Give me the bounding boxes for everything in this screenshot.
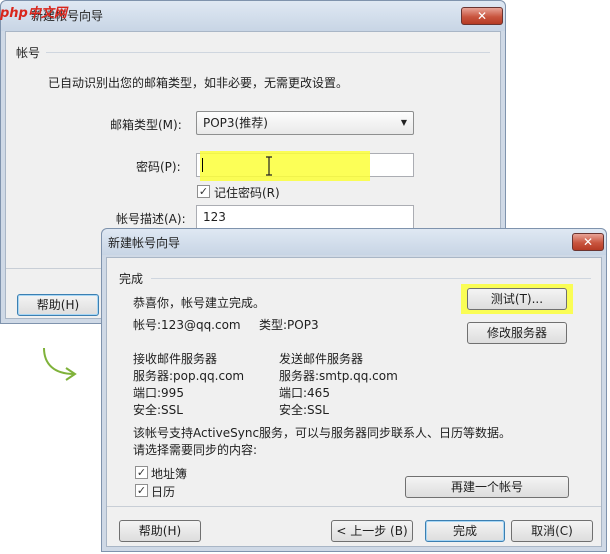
outgoing-server-address: 服务器:smtp.qq.com <box>279 369 398 383</box>
auto-detect-info: 已自动识别出您的邮箱类型，如非必要，无需更改设置。 <box>48 76 349 90</box>
test-button-label: 测试(T)... <box>490 292 544 306</box>
outgoing-server-heading: 发送邮件服务器 <box>279 352 364 366</box>
password-highlight <box>200 151 370 181</box>
front-window-close-button[interactable]: ✕ <box>572 233 604 251</box>
section-divider <box>151 278 591 279</box>
create-another-account-button[interactable]: 再建一个帐号 <box>405 476 569 498</box>
footer-divider <box>107 506 601 507</box>
help-button[interactable]: 帮助(H) <box>119 520 201 542</box>
back-help-label: 帮助(H) <box>36 298 80 312</box>
front-window-title: 新建帐号向导 <box>108 236 181 250</box>
sync-contacts-checkbox[interactable]: ✓ <box>135 466 148 479</box>
watermark-logo: php中文网 <box>0 2 67 22</box>
password-label: 密码(P): <box>136 160 181 174</box>
incoming-server-port: 端口:995 <box>133 386 184 400</box>
sync-prompt: 请选择需要同步的内容: <box>133 443 258 457</box>
cancel-label: 取消(C) <box>531 524 573 538</box>
outgoing-server-security: 安全:SSL <box>279 403 329 417</box>
account-type-text: 类型:POP3 <box>259 318 319 332</box>
help-label: 帮助(H) <box>138 524 182 538</box>
sync-calendar-label: 日历 <box>151 485 176 499</box>
modify-server-button[interactable]: 修改服务器 <box>467 322 567 344</box>
finish-button[interactable]: 完成 <box>425 520 505 542</box>
account-text: 帐号:123@qq.com <box>133 318 241 332</box>
mail-type-value: POP3(推荐) <box>203 116 268 130</box>
back-window-close-button[interactable]: ✕ <box>461 7 503 25</box>
finish-section-title: 完成 <box>119 272 144 286</box>
curved-arrow-icon <box>43 347 77 381</box>
checkmark-icon: ✓ <box>136 466 147 479</box>
incoming-server-security: 安全:SSL <box>133 403 183 417</box>
description-input[interactable]: 123 <box>196 205 414 229</box>
back-help-button[interactable]: 帮助(H) <box>17 294 99 316</box>
text-cursor-icon <box>266 156 272 176</box>
checkmark-icon: ✓ <box>198 185 209 198</box>
create-another-label: 再建一个帐号 <box>450 480 523 494</box>
previous-step-button[interactable]: < 上一步 (B) <box>331 520 413 542</box>
checkmark-icon: ✓ <box>136 484 147 497</box>
front-wizard-window: 新建帐号向导 ✕ 完成 恭喜你，帐号建立完成。 帐号:123@qq.com 类型… <box>101 228 607 552</box>
back-window-titlebar: 新建帐号向导 ✕ <box>1 1 505 31</box>
watermark-text: php中文网 <box>0 6 67 21</box>
previous-step-label: < 上一步 (B) <box>336 524 408 538</box>
activesync-info: 该帐号支持ActiveSync服务，可以与服务器同步联系人、日历等数据。 <box>133 426 512 440</box>
sync-calendar-checkbox[interactable]: ✓ <box>135 484 148 497</box>
outgoing-server-port: 端口:465 <box>279 386 330 400</box>
front-window-titlebar: 新建帐号向导 ✕ <box>102 229 606 255</box>
chevron-down-icon: ▼ <box>400 118 407 127</box>
congrats-text: 恭喜你，帐号建立完成。 <box>133 296 266 310</box>
mail-type-label: 邮箱类型(M): <box>110 118 182 132</box>
section-divider <box>46 52 490 53</box>
front-window-client: 完成 恭喜你，帐号建立完成。 帐号:123@qq.com 类型:POP3 测试(… <box>106 257 602 547</box>
incoming-server-address: 服务器:pop.qq.com <box>133 369 245 383</box>
remember-password-checkbox[interactable]: ✓ <box>197 185 210 198</box>
cancel-button[interactable]: 取消(C) <box>511 520 593 542</box>
test-button[interactable]: 测试(T)... <box>467 288 567 310</box>
close-icon: ✕ <box>582 235 594 249</box>
mail-type-select[interactable]: POP3(推荐) ▼ <box>196 111 414 135</box>
close-icon: ✕ <box>476 9 488 23</box>
description-value: 123 <box>203 210 226 224</box>
incoming-server-heading: 接收邮件服务器 <box>133 352 218 366</box>
remember-password-label: 记住密码(R) <box>214 186 280 200</box>
finish-label: 完成 <box>452 524 477 538</box>
text-caret <box>202 158 203 172</box>
description-label: 帐号描述(A): <box>116 212 186 226</box>
sync-contacts-label: 地址簿 <box>151 467 188 481</box>
modify-server-label: 修改服务器 <box>486 326 547 340</box>
account-section-title: 帐号 <box>16 46 41 60</box>
